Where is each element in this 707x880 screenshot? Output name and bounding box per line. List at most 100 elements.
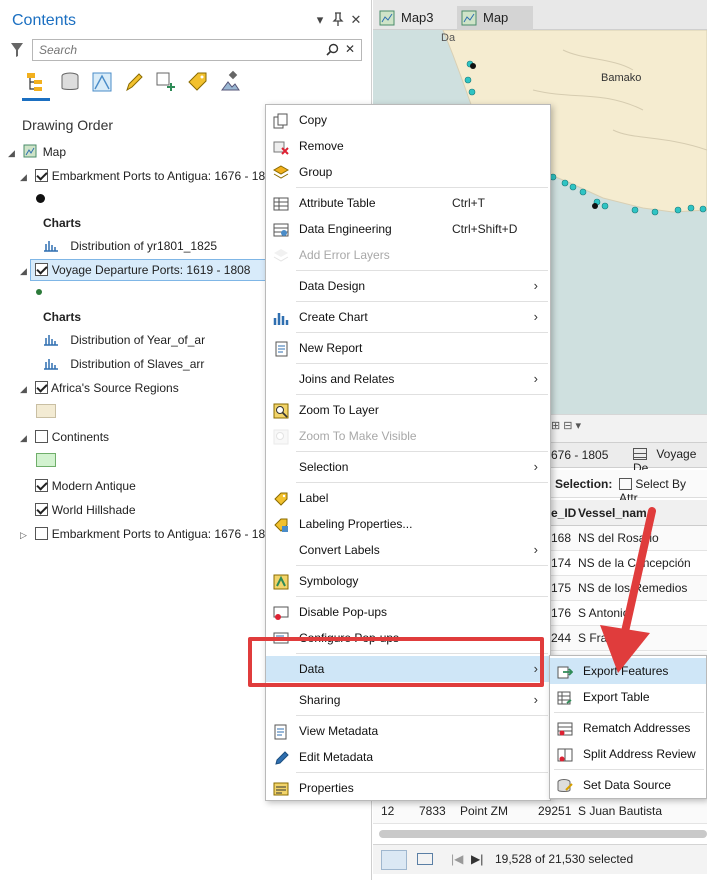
menu-item-selection[interactable]: Selection › xyxy=(266,454,550,480)
show-selected-records-icon[interactable] xyxy=(417,853,433,865)
show-all-records-icon[interactable] xyxy=(381,850,407,870)
list-by-perspective-imagery-icon[interactable] xyxy=(218,70,242,94)
filter-icon[interactable] xyxy=(10,42,24,58)
menu-item-attribute-table[interactable]: Attribute Table Ctrl+T xyxy=(266,190,550,216)
expand-arrow-icon[interactable]: ◢ xyxy=(20,378,32,400)
menu-item-edit-metadata[interactable]: Edit Metadata xyxy=(266,744,550,770)
list-by-labeling-icon[interactable] xyxy=(186,70,210,94)
group-icon xyxy=(272,164,290,180)
menu-item-new-report[interactable]: New Report xyxy=(266,335,550,361)
layer-visibility-checkbox[interactable] xyxy=(35,503,49,516)
menu-item-view-metadata[interactable]: View Metadata xyxy=(266,718,550,744)
menu-item-label[interactable]: Label xyxy=(266,485,550,511)
annotation-highlight-box xyxy=(248,637,544,687)
submenu-chevron-icon: › xyxy=(533,692,538,707)
list-by-source-icon[interactable] xyxy=(58,70,82,94)
layer-visibility-checkbox[interactable] xyxy=(35,169,49,182)
new-report-icon xyxy=(273,340,289,357)
chart-item[interactable]: Distribution of yr1801_1825 xyxy=(43,235,217,257)
expand-arrow-icon[interactable]: ◢ xyxy=(8,142,20,164)
drawing-order-heading: Drawing Order xyxy=(22,117,114,133)
menu-item-shortcut: Ctrl+Shift+D xyxy=(452,222,518,236)
chart-label: Distribution of Year_of_ar xyxy=(70,333,206,347)
menu-item-label: Convert Labels xyxy=(299,543,380,557)
list-by-selection-icon[interactable] xyxy=(90,70,114,94)
map-tab-bar: Map3 Map xyxy=(373,0,707,30)
last-record-icon[interactable]: ▶| xyxy=(471,852,483,866)
clear-search-icon[interactable]: ✕ xyxy=(345,42,355,56)
export-table-icon xyxy=(557,689,573,705)
menu-item-label: Joins and Relates xyxy=(299,372,395,386)
menu-item-label: Group xyxy=(299,165,333,179)
menu-separator xyxy=(296,596,548,597)
search-box[interactable]: ✕ xyxy=(32,39,362,61)
menu-item-data-engineering[interactable]: Data Engineering Ctrl+Shift+D xyxy=(266,216,550,242)
close-icon[interactable]: ✕ xyxy=(348,12,364,28)
menu-item-remove[interactable]: Remove xyxy=(266,133,550,159)
attribute-table-icon xyxy=(273,195,289,211)
search-icon[interactable] xyxy=(326,43,339,59)
menu-item-convert-labels[interactable]: Convert Labels › xyxy=(266,537,550,563)
list-by-snapping-icon[interactable] xyxy=(154,70,178,94)
layer-row[interactable]: ◢ Embarkment Ports to Antigua: 1676 - 18… xyxy=(20,165,279,187)
list-by-drawing-order-icon[interactable] xyxy=(24,70,48,94)
horizontal-scrollbar[interactable] xyxy=(379,830,707,838)
submenu-item-split-address-review[interactable]: Split Address Review xyxy=(550,741,706,767)
layer-row[interactable]: ◢ Africa's Source Regions xyxy=(20,377,179,399)
first-record-icon[interactable]: |◀ xyxy=(451,852,463,866)
menu-item-properties[interactable]: Properties xyxy=(266,775,550,801)
submenu-item-label: Rematch Addresses xyxy=(583,721,691,735)
layer-row[interactable]: ▷ Embarkment Ports to Antigua: 1676 - 18… xyxy=(20,523,279,545)
expand-arrow-icon[interactable]: ◢ xyxy=(20,427,32,449)
menu-separator xyxy=(296,187,548,188)
menu-separator xyxy=(296,715,548,716)
expand-arrow-icon[interactable]: ◢ xyxy=(20,260,32,282)
tab-map3[interactable]: Map3 xyxy=(375,6,440,30)
menu-item-create-chart[interactable]: Create Chart › xyxy=(266,304,550,330)
map-label-city: Bamako xyxy=(601,72,642,84)
layer-visibility-checkbox[interactable] xyxy=(35,263,49,276)
layer-row[interactable]: World Hillshade xyxy=(20,499,136,521)
menu-item-labeling-properties[interactable]: Labeling Properties... xyxy=(266,511,550,537)
create-chart-icon xyxy=(273,309,289,325)
layer-visibility-checkbox[interactable] xyxy=(35,479,49,492)
menu-item-data-design[interactable]: Data Design › xyxy=(266,273,550,299)
menu-item-group[interactable]: Group xyxy=(266,159,550,185)
layer-row[interactable]: Modern Antique xyxy=(20,475,136,497)
menu-item-sharing[interactable]: Sharing › xyxy=(266,687,550,713)
layer-row[interactable]: ◢ Voyage Departure Ports: 1619 - 1808 xyxy=(20,259,250,281)
menu-separator xyxy=(296,394,548,395)
menu-item-zoom-to-layer[interactable]: Zoom To Layer xyxy=(266,397,550,423)
nav-tools-icon[interactable]: ⊞ ⊟ ▾ xyxy=(551,419,581,432)
submenu-item-rematch-addresses[interactable]: Rematch Addresses xyxy=(550,715,706,741)
layer-label: Africa's Source Regions xyxy=(51,381,179,395)
chart-item[interactable]: Distribution of Slaves_arr xyxy=(43,353,204,375)
layer-visibility-checkbox[interactable] xyxy=(35,527,49,540)
chart-item[interactable]: Distribution of Year_of_ar xyxy=(43,329,205,351)
layer-visibility-checkbox[interactable] xyxy=(35,381,49,394)
tab-map[interactable]: Map xyxy=(457,6,533,30)
submenu-item-set-data-source[interactable]: Set Data Source xyxy=(550,772,706,798)
layer-visibility-checkbox[interactable] xyxy=(35,430,49,443)
search-input[interactable] xyxy=(33,40,313,60)
pane-options-icon[interactable]: ▾ xyxy=(312,12,328,28)
tab-label: Map3 xyxy=(401,10,434,25)
menu-item-copy[interactable]: Copy xyxy=(266,107,550,133)
menu-item-disable-pop-ups[interactable]: Disable Pop-ups xyxy=(266,599,550,625)
collapse-arrow-icon[interactable]: ▷ xyxy=(20,524,32,546)
table-row[interactable]: 12 7833 Point ZM 29251 S Juan Bautista xyxy=(373,799,707,824)
tab-embarkment-table[interactable]: 676 - 1805 xyxy=(551,448,608,462)
selection-count: 19,528 of 21,530 selected xyxy=(495,852,634,866)
layer-label: Continents xyxy=(51,430,110,444)
expand-arrow-icon[interactable]: ◢ xyxy=(20,166,32,188)
layer-row[interactable]: ◢ Continents xyxy=(20,426,109,448)
pin-icon[interactable] xyxy=(330,12,346,28)
submenu-item-export-table[interactable]: Export Table xyxy=(550,684,706,710)
menu-item-symbology[interactable]: Symbology xyxy=(266,568,550,594)
map-node[interactable]: ◢ Map xyxy=(8,141,66,163)
menu-separator xyxy=(296,451,548,452)
list-by-editing-icon[interactable] xyxy=(122,70,146,94)
submenu-chevron-icon: › xyxy=(533,542,538,557)
set-data-source-icon xyxy=(557,777,573,793)
menu-item-joins-and-relates[interactable]: Joins and Relates › xyxy=(266,366,550,392)
